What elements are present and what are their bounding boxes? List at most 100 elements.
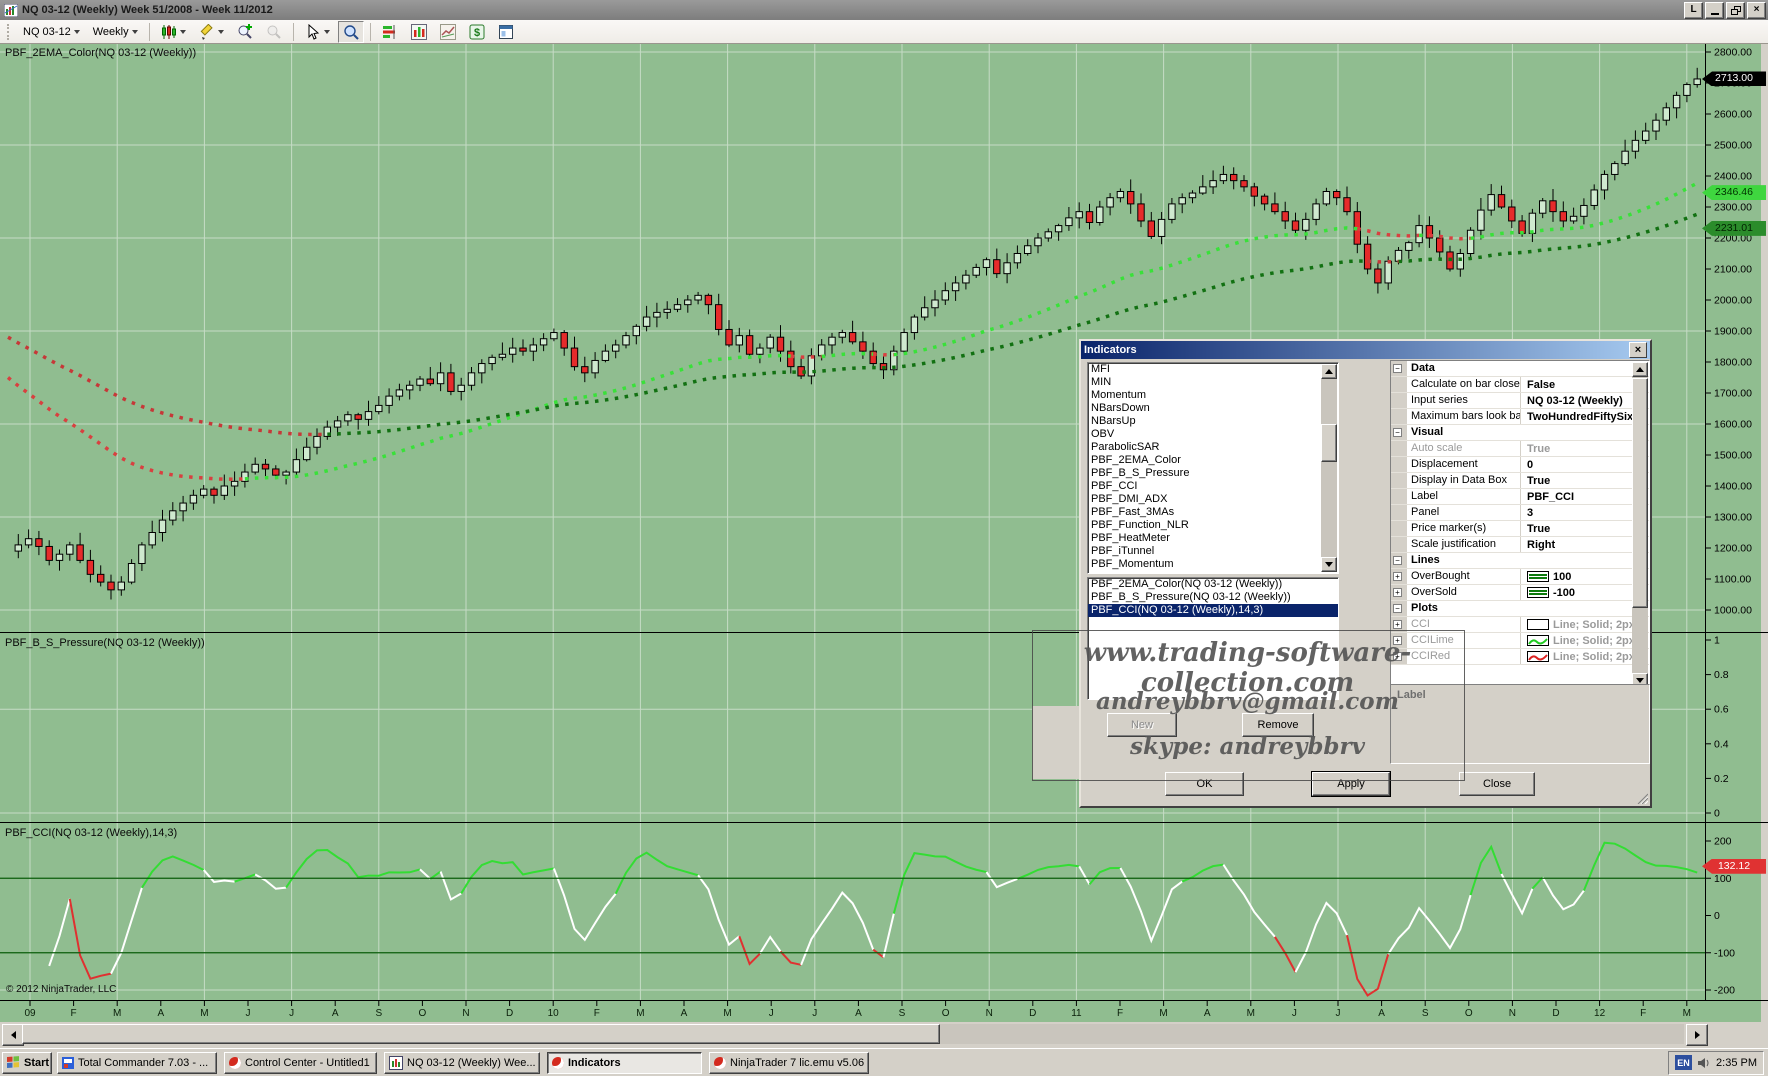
expand-icon[interactable]: + — [1393, 588, 1402, 597]
indicator-list-item[interactable]: PBF_DMI_ADX — [1088, 493, 1338, 506]
expand-icon[interactable]: + — [1393, 620, 1402, 629]
instrument-selector[interactable]: NQ 03-12 — [18, 21, 85, 43]
lime-wave-swatch[interactable] — [1527, 635, 1549, 646]
clock[interactable]: 2:35 PM — [1716, 1057, 1757, 1069]
properties-scrollbar[interactable] — [1632, 362, 1648, 688]
property-row[interactable]: Display in Data BoxTrue — [1391, 473, 1649, 489]
property-row[interactable]: +CCILimeLine; Solid; 2px — [1391, 633, 1649, 649]
dialog-close-button[interactable]: × — [1629, 342, 1647, 358]
indicator-list-item[interactable]: OBV — [1088, 428, 1338, 441]
scroll-up-button[interactable] — [1321, 364, 1337, 379]
collapse-icon[interactable]: − — [1393, 604, 1402, 613]
indicator-list-item[interactable]: NBarsUp — [1088, 415, 1338, 428]
indicator-properties-grid[interactable]: −DataCalculate on bar closeFalseInput se… — [1390, 360, 1650, 690]
property-value[interactable]: 3 — [1521, 505, 1649, 520]
property-section-row[interactable]: −Visual — [1391, 425, 1649, 441]
white-swatch[interactable] — [1527, 619, 1549, 630]
property-row[interactable]: Maximum bars look baTwoHundredFiftySix — [1391, 409, 1649, 425]
property-row[interactable]: Input seriesNQ 03-12 (Weekly) — [1391, 393, 1649, 409]
property-value[interactable]: True — [1521, 441, 1649, 456]
zoom-in-button[interactable] — [232, 21, 258, 43]
dialog-title-bar[interactable]: Indicators × — [1081, 341, 1650, 359]
property-value[interactable]: 0 — [1521, 457, 1649, 472]
property-row[interactable]: +OverSold-100 — [1391, 585, 1649, 601]
indicator-list-item[interactable]: Momentum — [1088, 389, 1338, 402]
scroll-right-button[interactable] — [1686, 1024, 1708, 1046]
selected-indicator-item[interactable]: PBF_B_S_Pressure(NQ 03-12 (Weekly)) — [1088, 591, 1338, 604]
property-section-row[interactable]: −Lines — [1391, 553, 1649, 569]
property-row[interactable]: Scale justificationRight — [1391, 537, 1649, 553]
selected-indicator-item[interactable]: PBF_CCI(NQ 03-12 (Weekly),14,3) — [1088, 604, 1338, 617]
property-value[interactable]: PBF_CCI — [1521, 489, 1649, 504]
property-value[interactable]: True — [1521, 521, 1649, 536]
line-color-swatch[interactable] — [1527, 571, 1549, 582]
indicator-list-item[interactable]: PBF_2EMA_Color — [1088, 454, 1338, 467]
property-value[interactable]: True — [1521, 473, 1649, 488]
period-selector[interactable]: Weekly — [88, 21, 143, 43]
mini-chart-button[interactable] — [435, 21, 461, 43]
property-row[interactable]: +OverBought100 — [1391, 569, 1649, 585]
scrollbar-track[interactable] — [22, 1024, 1684, 1044]
property-value[interactable]: Right — [1521, 537, 1649, 552]
indicator-list-item[interactable]: ParabolicSAR — [1088, 441, 1338, 454]
market-analyzer-button[interactable] — [377, 21, 403, 43]
property-value[interactable]: NQ 03-12 (Weekly) — [1521, 393, 1649, 408]
property-row[interactable]: Calculate on bar closeFalse — [1391, 377, 1649, 393]
property-row[interactable]: Displacement0 — [1391, 457, 1649, 473]
red-wave-swatch[interactable] — [1527, 651, 1549, 662]
indicator-list-item[interactable]: PBF_CCI — [1088, 480, 1338, 493]
lock-button[interactable]: L — [1684, 2, 1703, 19]
data-box-button[interactable] — [338, 21, 364, 43]
collapse-icon[interactable]: − — [1393, 428, 1402, 437]
collapse-icon[interactable]: − — [1393, 364, 1402, 373]
indicator-list-item[interactable]: PBF_B_S_Pressure — [1088, 467, 1338, 480]
new-chart-button[interactable] — [406, 21, 432, 43]
property-value[interactable]: 100 — [1521, 569, 1649, 584]
indicator-list-item[interactable]: PBF_Fast_3MAs — [1088, 506, 1338, 519]
account-data-button[interactable]: $ — [464, 21, 490, 43]
property-value[interactable]: Line; Solid; 2px — [1521, 633, 1649, 648]
property-row[interactable]: Panel3 — [1391, 505, 1649, 521]
selected-indicators-list[interactable]: PBF_2EMA_Color(NQ 03-12 (Weekly))PBF_B_S… — [1087, 577, 1339, 700]
minimize-button[interactable] — [1705, 2, 1724, 19]
property-value[interactable]: Line; Solid; 2px — [1521, 649, 1649, 664]
collapse-icon[interactable]: − — [1393, 556, 1402, 565]
expand-icon[interactable]: + — [1393, 572, 1402, 581]
panel-layout-button[interactable] — [493, 21, 519, 43]
scroll-up-button[interactable] — [1632, 362, 1648, 377]
property-value[interactable]: TwoHundredFiftySix — [1521, 409, 1649, 424]
selected-indicator-item[interactable]: PBF_2EMA_Color(NQ 03-12 (Weekly)) — [1088, 578, 1338, 591]
property-value[interactable]: Line; Solid; 2px — [1521, 617, 1649, 632]
indicator-list-item[interactable]: MIN — [1088, 376, 1338, 389]
indicator-list-item[interactable]: PBF_Momentum — [1088, 558, 1338, 571]
close-dialog-button[interactable]: Close — [1459, 772, 1535, 796]
scroll-left-button[interactable] — [2, 1024, 24, 1046]
expand-icon[interactable]: + — [1393, 652, 1402, 661]
zoom-out-button[interactable] — [261, 21, 287, 43]
available-list-scrollbar[interactable] — [1321, 364, 1337, 572]
remove-button[interactable]: Remove — [1242, 713, 1314, 737]
ok-button[interactable]: OK — [1165, 772, 1244, 796]
property-value[interactable]: False — [1521, 377, 1649, 392]
taskbar-button[interactable]: Indicators — [547, 1052, 702, 1074]
indicator-list-item[interactable]: PBF_iTunnel — [1088, 545, 1338, 558]
close-button[interactable]: × — [1747, 2, 1766, 19]
property-section-row[interactable]: −Data — [1391, 361, 1649, 377]
property-section-row[interactable]: −Plots — [1391, 601, 1649, 617]
taskbar-button[interactable]: Total Commander 7.03 - ... — [57, 1052, 217, 1074]
property-row[interactable]: +CCILine; Solid; 2px — [1391, 617, 1649, 633]
scrollbar-thumb[interactable] — [1321, 424, 1337, 462]
scrollbar-thumb[interactable] — [22, 1024, 940, 1044]
chart-horizontal-scrollbar[interactable] — [0, 1022, 1768, 1048]
taskbar-button[interactable]: NQ 03-12 (Weekly) Wee... — [384, 1052, 540, 1074]
language-indicator[interactable]: EN — [1675, 1055, 1692, 1070]
start-button[interactable]: Start — [2, 1052, 52, 1074]
restore-button[interactable] — [1726, 2, 1745, 19]
taskbar-button[interactable]: NinjaTrader 7 lic.emu v5.06 — [709, 1052, 869, 1074]
toolbar-grip[interactable] — [7, 24, 12, 40]
property-row[interactable]: Price marker(s)True — [1391, 521, 1649, 537]
property-row[interactable]: +CCIRedLine; Solid; 2px — [1391, 649, 1649, 665]
drawing-tools-button[interactable] — [194, 21, 229, 43]
taskbar-button[interactable]: Control Center - Untitled1 — [224, 1052, 377, 1074]
expand-icon[interactable]: + — [1393, 636, 1402, 645]
